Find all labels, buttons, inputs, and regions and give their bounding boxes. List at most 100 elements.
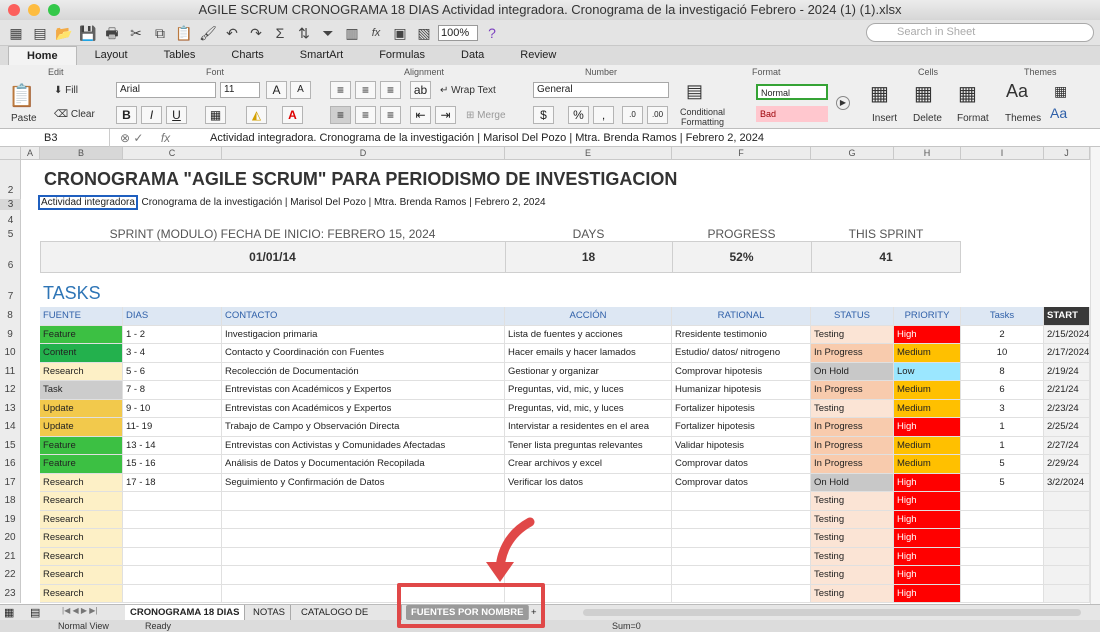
cell-start[interactable] [1044,510,1090,529]
header-rational[interactable]: RATIONAL [672,307,811,326]
cell-contacto[interactable] [222,566,505,585]
cell-start[interactable]: 2/17/2024 [1044,344,1090,363]
col-header-e[interactable]: E [505,147,672,160]
normal-view-icon[interactable]: ▦ [4,606,14,619]
row-header-3[interactable]: 3 [0,199,21,210]
cell-start[interactable]: 3/2/2024 [1044,473,1090,492]
cell-fuente[interactable]: Research [40,584,123,603]
cell-start[interactable]: 2/25/24 [1044,418,1090,437]
row-header-22[interactable]: 22 [0,566,21,585]
cell-start[interactable]: 2/15/2024 [1044,325,1090,344]
row-header-12[interactable]: 12 [0,381,21,400]
cell-accion[interactable]: Preguntas, vid, mic, y luces [505,399,672,418]
row-header-11[interactable]: 11 [0,362,21,381]
cell-priority[interactable]: High [894,492,961,511]
cell-accion[interactable]: Hacer emails y hacer lamados [505,344,672,363]
row-header-8[interactable]: 8 [0,307,21,326]
cell-start[interactable] [1044,584,1090,603]
cell-tasks[interactable]: 6 [961,381,1044,400]
days-value[interactable]: 18 [505,250,672,264]
progress-value[interactable]: 52% [672,250,811,264]
theme-fonts-icon[interactable]: Aa [1050,105,1067,121]
insert-button[interactable]: Insert [872,113,897,124]
currency-icon[interactable]: $ [533,106,554,124]
cell-fuente[interactable]: Research [40,473,123,492]
col-header-f[interactable]: F [672,147,811,160]
this-sprint-value[interactable]: 41 [811,250,961,264]
cell-status[interactable]: Testing [811,510,894,529]
function-icon[interactable]: fx [366,23,386,43]
cell-dias[interactable]: 17 - 18 [123,473,222,492]
header-accion[interactable]: ACCIÓN [505,307,672,326]
open-icon[interactable]: 📂 [54,23,74,43]
cell-rational[interactable] [672,510,811,529]
row-header-9[interactable]: 9 [0,325,21,344]
cell-tasks[interactable]: 10 [961,344,1044,363]
cell-tasks[interactable]: 3 [961,399,1044,418]
cell-tasks[interactable] [961,584,1044,603]
cell-contacto[interactable]: Entrevistas con Académicos y Expertos [222,381,505,400]
styles-next-icon[interactable]: ▶ [836,96,850,110]
tasks-heading[interactable]: TASKS [43,283,101,304]
decrease-font-icon[interactable]: A [290,81,311,99]
cell-tasks[interactable]: 5 [961,473,1044,492]
row-header-5[interactable]: 5 [0,229,21,240]
cell-tasks[interactable] [961,510,1044,529]
paste-icon[interactable]: 📋 [174,23,194,43]
zoom-select[interactable]: 100% [438,24,478,41]
cell-dias[interactable] [123,547,222,566]
cell-contacto[interactable] [222,529,505,548]
cell-priority[interactable]: High [894,473,961,492]
align-center-icon[interactable]: ≡ [355,106,376,124]
row-header-2[interactable]: 2 [0,185,21,196]
cell-status[interactable]: On Hold [811,473,894,492]
clear-button[interactable]: ⌫ Clear [54,109,95,120]
cell-fuente[interactable]: Feature [40,436,123,455]
cell-fuente[interactable]: Research [40,547,123,566]
cell-status[interactable]: Testing [811,492,894,511]
decrease-decimal-icon[interactable]: .00 [647,106,668,124]
cell-rational[interactable]: Comprovar datos [672,455,811,474]
cell-dias[interactable]: 13 - 14 [123,436,222,455]
cell-accion[interactable]: Preguntas, vid, mic, y luces [505,381,672,400]
cell-start[interactable]: 2/19/24 [1044,362,1090,381]
header-dias[interactable]: DIAS [123,307,222,326]
themes-icon[interactable]: Aa [1006,81,1028,102]
row-header-14[interactable]: 14 [0,418,21,437]
cell-dias[interactable] [123,584,222,603]
col-header-b[interactable]: B [40,147,123,160]
conditional-formatting-button[interactable]: Conditional Formatting [680,107,725,127]
col-header-i[interactable]: I [961,147,1044,160]
cell-start[interactable] [1044,492,1090,511]
cell-priority[interactable]: High [894,418,961,437]
sort-icon[interactable]: ⇅ [294,23,314,43]
fill-button[interactable]: ⬇ Fill [54,85,78,96]
paste-button-icon[interactable]: 📋 [8,83,35,109]
cell-fuente[interactable]: Feature [40,455,123,474]
select-all-corner[interactable] [0,147,21,160]
tab-formulas[interactable]: Formulas [361,46,443,65]
subtitle-cell[interactable]: Actividad integradora. Cronograma de la … [38,195,546,210]
cell-fuente[interactable]: Research [40,362,123,381]
horizontal-scrollbar[interactable] [583,609,1081,616]
delete-cells-icon[interactable]: ▦ [914,81,933,106]
row-header-6[interactable]: 6 [0,260,21,271]
cell-priority[interactable]: Medium [894,381,961,400]
italic-button[interactable]: I [141,106,162,124]
name-box[interactable]: B3 [0,128,110,147]
borders-icon[interactable]: ▦ [205,106,226,124]
sheet-title[interactable]: CRONOGRAMA "AGILE SCRUM" PARA PERIODISMO… [44,169,677,190]
undo-icon[interactable]: ↶ [222,23,242,43]
cell-accion[interactable]: Crear archivos y excel [505,455,672,474]
number-format-select[interactable]: General [533,82,669,98]
cell-priority[interactable]: High [894,584,961,603]
zoom-window-icon[interactable] [48,4,60,16]
row-header-21[interactable]: 21 [0,547,21,566]
align-right-icon[interactable]: ≡ [380,106,401,124]
vertical-scrollbar[interactable] [1090,147,1100,604]
delete-button[interactable]: Delete [913,113,942,124]
cell-tasks[interactable]: 5 [961,455,1044,474]
cell-rational[interactable]: Rresidente testimonio [672,325,811,344]
header-contacto[interactable]: CONTACTO [222,307,505,326]
cell-status[interactable]: In Progress [811,455,894,474]
